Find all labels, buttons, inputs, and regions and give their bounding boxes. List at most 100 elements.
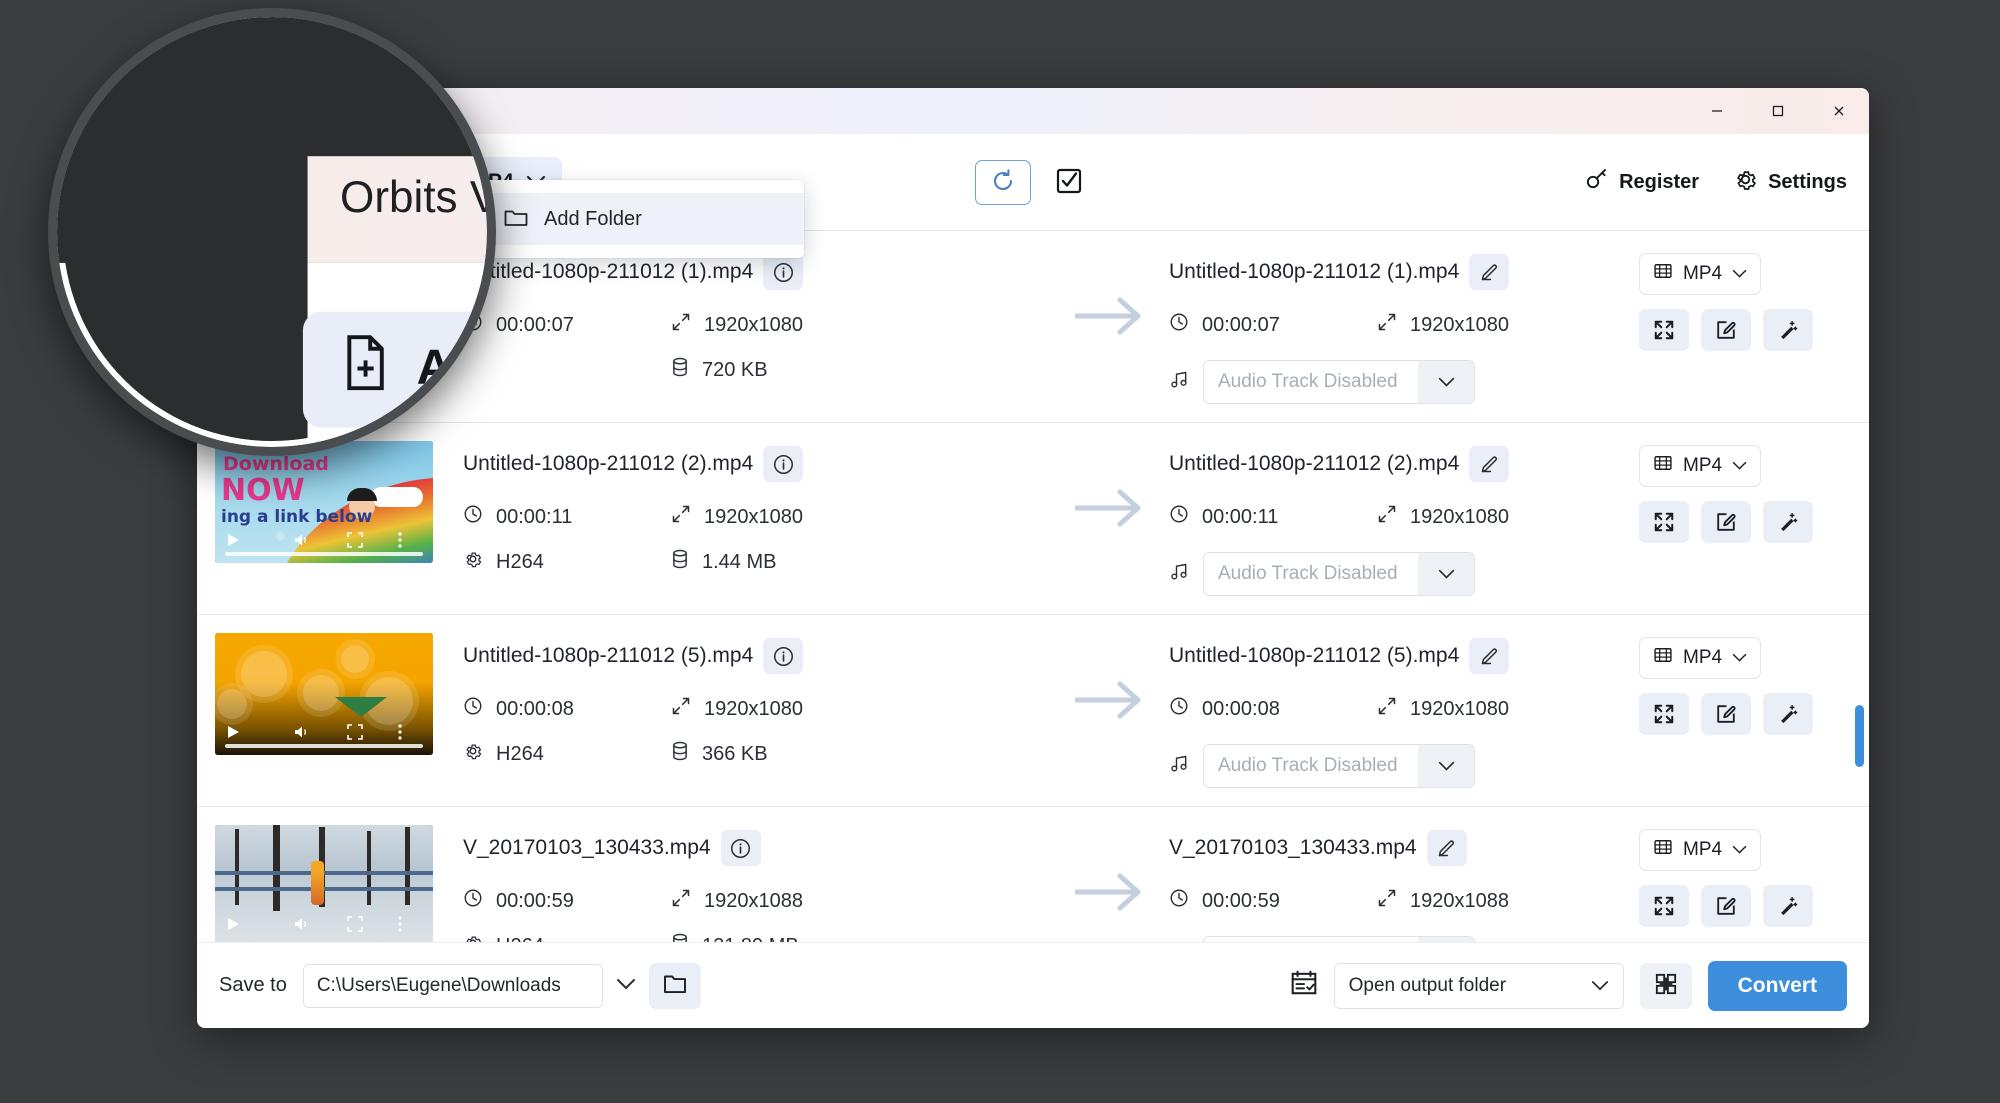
source-resolution-value: 1920x1088 <box>704 889 803 912</box>
audio-track-select[interactable]: Audio Track Disabled <box>1203 360 1475 404</box>
source-codec-value: H264 <box>496 550 544 573</box>
output-resolution-value: 1920x1088 <box>1410 889 1509 912</box>
register-button[interactable]: Register <box>1585 167 1699 197</box>
volume-icon[interactable] <box>293 724 311 745</box>
select-all-button[interactable] <box>1047 160 1091 204</box>
save-to-history-button[interactable] <box>603 964 649 1008</box>
output-file-name: Untitled-1080p-211012 (2).mp4 <box>1169 452 1460 475</box>
convert-button[interactable]: Convert <box>1707 960 1847 1011</box>
effects-button[interactable] <box>1763 309 1813 351</box>
music-note-icon <box>1169 754 1189 779</box>
toolbar-center-group <box>975 159 1091 205</box>
rename-button[interactable] <box>1469 254 1510 290</box>
source-duration: 00:00:11 <box>463 504 671 530</box>
play-icon[interactable] <box>225 916 241 937</box>
more-options-icon[interactable] <box>397 723 403 746</box>
register-label: Register <box>1619 170 1700 193</box>
audio-track-row: Audio Track Disabled <box>1169 552 1639 596</box>
more-options-icon[interactable] <box>397 915 403 938</box>
save-to-input[interactable] <box>302 963 603 1008</box>
compress-button[interactable] <box>1639 885 1689 927</box>
refresh-button[interactable] <box>975 159 1031 205</box>
file-info-button[interactable] <box>720 830 761 866</box>
after-conversion-select[interactable]: Open output folder <box>1333 962 1624 1009</box>
chevron-down-icon[interactable] <box>1418 553 1474 595</box>
thumbnail-progress-bar[interactable] <box>225 744 423 748</box>
file-info-button[interactable] <box>763 638 804 674</box>
rename-button[interactable] <box>1469 638 1510 674</box>
source-size: 1.44 MB <box>671 549 1051 575</box>
source-size-value: 121.89 MB <box>702 935 799 943</box>
volume-icon[interactable] <box>293 532 311 553</box>
chevron-down-icon[interactable] <box>1577 980 1623 992</box>
chevron-down-icon[interactable] <box>1418 361 1474 403</box>
edit-button[interactable] <box>1701 309 1751 351</box>
effects-button[interactable] <box>1763 693 1813 735</box>
clock-icon <box>1169 888 1189 914</box>
merge-files-button[interactable] <box>1639 962 1692 1009</box>
fullscreen-icon[interactable] <box>347 531 363 553</box>
play-icon[interactable] <box>225 724 241 745</box>
row-format-button[interactable]: MP4 <box>1639 445 1761 487</box>
source-resolution-value: 1920x1080 <box>704 505 803 528</box>
maximize-button[interactable] <box>1747 88 1808 134</box>
fullscreen-icon[interactable] <box>347 915 363 937</box>
file-info-button[interactable] <box>763 254 804 290</box>
volume-icon[interactable] <box>293 916 311 937</box>
row-format-label: MP4 <box>1683 647 1723 668</box>
source-size: 366 KB <box>671 741 1051 767</box>
menu-item-add-folder[interactable]: Add Folder <box>482 193 804 245</box>
clock-icon <box>1169 312 1189 338</box>
thumbnail-text-line2: NOW <box>221 473 305 508</box>
magnified-window-title: Orbits Video Converter <box>340 174 487 224</box>
conversion-arrow <box>1051 441 1169 527</box>
settings-label: Settings <box>1768 170 1847 193</box>
edit-button[interactable] <box>1701 501 1751 543</box>
video-thumbnail[interactable]: Download NOW ing a link below <box>215 441 433 563</box>
edit-button[interactable] <box>1701 885 1751 927</box>
source-file-name: Untitled-1080p-211012 (2).mp4 <box>463 452 754 475</box>
audio-track-select[interactable]: Audio Track Disabled <box>1203 744 1475 788</box>
fullscreen-icon[interactable] <box>347 723 363 745</box>
schedule-icon[interactable] <box>1290 969 1318 1002</box>
close-button[interactable] <box>1808 88 1869 134</box>
table-row[interactable]: Untitled-1080p-211012 (5).mp4 00:00:08 1… <box>197 615 1869 807</box>
row-format-button[interactable]: MP4 <box>1639 829 1761 871</box>
thumbnail-player-controls <box>215 905 433 942</box>
row-format-button[interactable]: MP4 <box>1639 253 1761 295</box>
settings-button[interactable]: Settings <box>1733 167 1847 198</box>
rename-button[interactable] <box>1469 446 1510 482</box>
magnified-add-files-label: Add Files <box>416 341 487 396</box>
source-size: 720 KB <box>671 357 1051 383</box>
audio-track-select[interactable]: Audio Track Disabled <box>1203 552 1475 596</box>
thumbnail-progress-bar[interactable] <box>225 552 423 556</box>
row-format-button[interactable]: MP4 <box>1639 637 1761 679</box>
chevron-down-icon[interactable] <box>1418 745 1474 787</box>
source-size-value: 1.44 MB <box>702 550 777 573</box>
compress-button[interactable] <box>1639 501 1689 543</box>
list-scrollbar[interactable] <box>1855 231 1864 942</box>
video-thumbnail[interactable] <box>215 825 433 942</box>
play-icon[interactable] <box>225 532 241 553</box>
more-options-icon[interactable] <box>397 531 403 554</box>
scrollbar-thumb[interactable] <box>1855 705 1864 767</box>
edit-button[interactable] <box>1701 693 1751 735</box>
output-resolution: 1920x1080 <box>1377 312 1509 338</box>
browse-folder-button[interactable] <box>648 962 701 1009</box>
video-thumbnail[interactable] <box>215 633 433 755</box>
effects-button[interactable] <box>1763 885 1813 927</box>
rename-button[interactable] <box>1426 830 1467 866</box>
chevron-down-icon <box>1732 647 1747 669</box>
output-resolution: 1920x1080 <box>1377 696 1509 722</box>
compress-button[interactable] <box>1639 693 1689 735</box>
table-row[interactable]: Download NOW ing a link below Untitled-1… <box>197 423 1869 615</box>
table-row[interactable]: V_20170103_130433.mp4 00:00:59 1920x1088 <box>197 807 1869 942</box>
thumbnail-player-controls <box>215 713 433 755</box>
refresh-icon <box>990 168 1016 197</box>
magnified-add-files-button[interactable]: Add Files <box>302 311 487 428</box>
effects-button[interactable] <box>1763 501 1813 543</box>
file-info-button[interactable] <box>763 446 804 482</box>
compress-button[interactable] <box>1639 309 1689 351</box>
output-duration-value: 00:00:11 <box>1202 505 1279 528</box>
minimize-button[interactable] <box>1686 88 1747 134</box>
